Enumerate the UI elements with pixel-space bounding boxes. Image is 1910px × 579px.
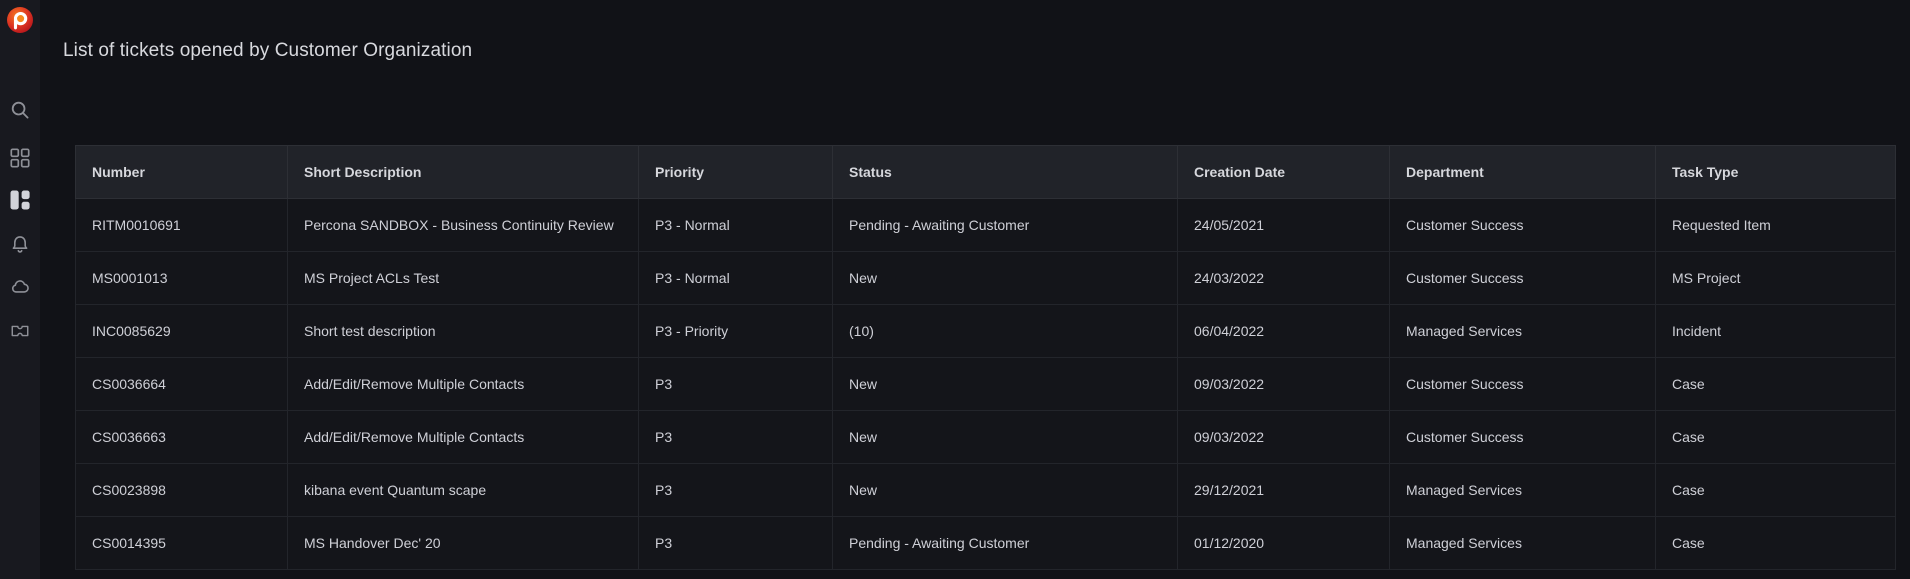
cell-status: New — [833, 411, 1178, 464]
cell-department: Managed Services — [1390, 464, 1656, 517]
cell-task-type: Case — [1656, 358, 1896, 411]
table-row: CS0036663 Add/Edit/Remove Multiple Conta… — [76, 411, 1896, 464]
cell-task-type: Requested Item — [1656, 199, 1896, 252]
table-header-row: Number Short Description Priority Status… — [76, 146, 1896, 199]
cell-priority: P3 — [639, 358, 833, 411]
alerting-bell-icon[interactable] — [9, 233, 31, 255]
cell-status: New — [833, 464, 1178, 517]
cell-priority: P3 - Priority — [639, 305, 833, 358]
table-row: INC0085629 Short test description P3 - P… — [76, 305, 1896, 358]
cell-short-description: kibana event Quantum scape — [288, 464, 639, 517]
cell-priority: P3 — [639, 464, 833, 517]
cell-short-description: MS Project ACLs Test — [288, 252, 639, 305]
ticket-icon[interactable] — [9, 320, 31, 342]
cell-priority: P3 — [639, 517, 833, 570]
cell-priority: P3 - Normal — [639, 252, 833, 305]
tickets-table: Number Short Description Priority Status… — [75, 145, 1896, 570]
column-header-task-type[interactable]: Task Type — [1656, 146, 1896, 199]
column-header-short-description[interactable]: Short Description — [288, 146, 639, 199]
cell-short-description: Add/Edit/Remove Multiple Contacts — [288, 411, 639, 464]
panel-title[interactable]: List of tickets opened by Customer Organ… — [63, 40, 472, 62]
cell-task-type: Incident — [1656, 305, 1896, 358]
cell-creation-date: 09/03/2022 — [1178, 358, 1390, 411]
panels-layout-icon[interactable] — [9, 189, 31, 211]
cell-status: Pending - Awaiting Customer — [833, 517, 1178, 570]
column-header-priority[interactable]: Priority — [639, 146, 833, 199]
tickets-table-container: Number Short Description Priority Status… — [75, 145, 1895, 570]
cell-number: CS0014395 — [76, 517, 288, 570]
cell-creation-date: 09/03/2022 — [1178, 411, 1390, 464]
cell-department: Customer Success — [1390, 358, 1656, 411]
cell-status: New — [833, 252, 1178, 305]
cell-creation-date: 01/12/2020 — [1178, 517, 1390, 570]
cell-short-description: Percona SANDBOX - Business Continuity Re… — [288, 199, 639, 252]
cell-status: Pending - Awaiting Customer — [833, 199, 1178, 252]
percona-logo[interactable] — [6, 6, 34, 34]
search-icon[interactable] — [9, 99, 31, 121]
cell-task-type: Case — [1656, 411, 1896, 464]
cell-number: MS0001013 — [76, 252, 288, 305]
sidebar — [0, 0, 40, 579]
cell-short-description: MS Handover Dec' 20 — [288, 517, 639, 570]
percona-logo-icon — [6, 6, 34, 34]
cell-number: CS0036663 — [76, 411, 288, 464]
table-row: RITM0010691 Percona SANDBOX - Business C… — [76, 199, 1896, 252]
cell-department: Managed Services — [1390, 517, 1656, 570]
cell-priority: P3 — [639, 411, 833, 464]
cell-department: Customer Success — [1390, 411, 1656, 464]
cell-task-type: Case — [1656, 464, 1896, 517]
cloud-icon[interactable] — [9, 276, 31, 298]
cell-priority: P3 - Normal — [639, 199, 833, 252]
cell-creation-date: 06/04/2022 — [1178, 305, 1390, 358]
cell-number: CS0036664 — [76, 358, 288, 411]
cell-number: INC0085629 — [76, 305, 288, 358]
dashboards-grid-icon[interactable] — [9, 147, 31, 169]
column-header-number[interactable]: Number — [76, 146, 288, 199]
table-row: MS0001013 MS Project ACLs Test P3 - Norm… — [76, 252, 1896, 305]
cell-short-description: Add/Edit/Remove Multiple Contacts — [288, 358, 639, 411]
cell-number: CS0023898 — [76, 464, 288, 517]
cell-department: Managed Services — [1390, 305, 1656, 358]
cell-creation-date: 24/05/2021 — [1178, 199, 1390, 252]
column-header-creation-date[interactable]: Creation Date — [1178, 146, 1390, 199]
table-row: CS0036664 Add/Edit/Remove Multiple Conta… — [76, 358, 1896, 411]
table-row: CS0023898 kibana event Quantum scape P3 … — [76, 464, 1896, 517]
cell-task-type: MS Project — [1656, 252, 1896, 305]
cell-creation-date: 24/03/2022 — [1178, 252, 1390, 305]
cell-status: (10) — [833, 305, 1178, 358]
table-row: CS0014395 MS Handover Dec' 20 P3 Pending… — [76, 517, 1896, 570]
cell-short-description: Short test description — [288, 305, 639, 358]
cell-department: Customer Success — [1390, 199, 1656, 252]
column-header-department[interactable]: Department — [1390, 146, 1656, 199]
cell-status: New — [833, 358, 1178, 411]
cell-task-type: Case — [1656, 517, 1896, 570]
column-header-status[interactable]: Status — [833, 146, 1178, 199]
dashboard-panel: List of tickets opened by Customer Organ… — [40, 0, 1910, 579]
cell-department: Customer Success — [1390, 252, 1656, 305]
cell-creation-date: 29/12/2021 — [1178, 464, 1390, 517]
cell-number: RITM0010691 — [76, 199, 288, 252]
